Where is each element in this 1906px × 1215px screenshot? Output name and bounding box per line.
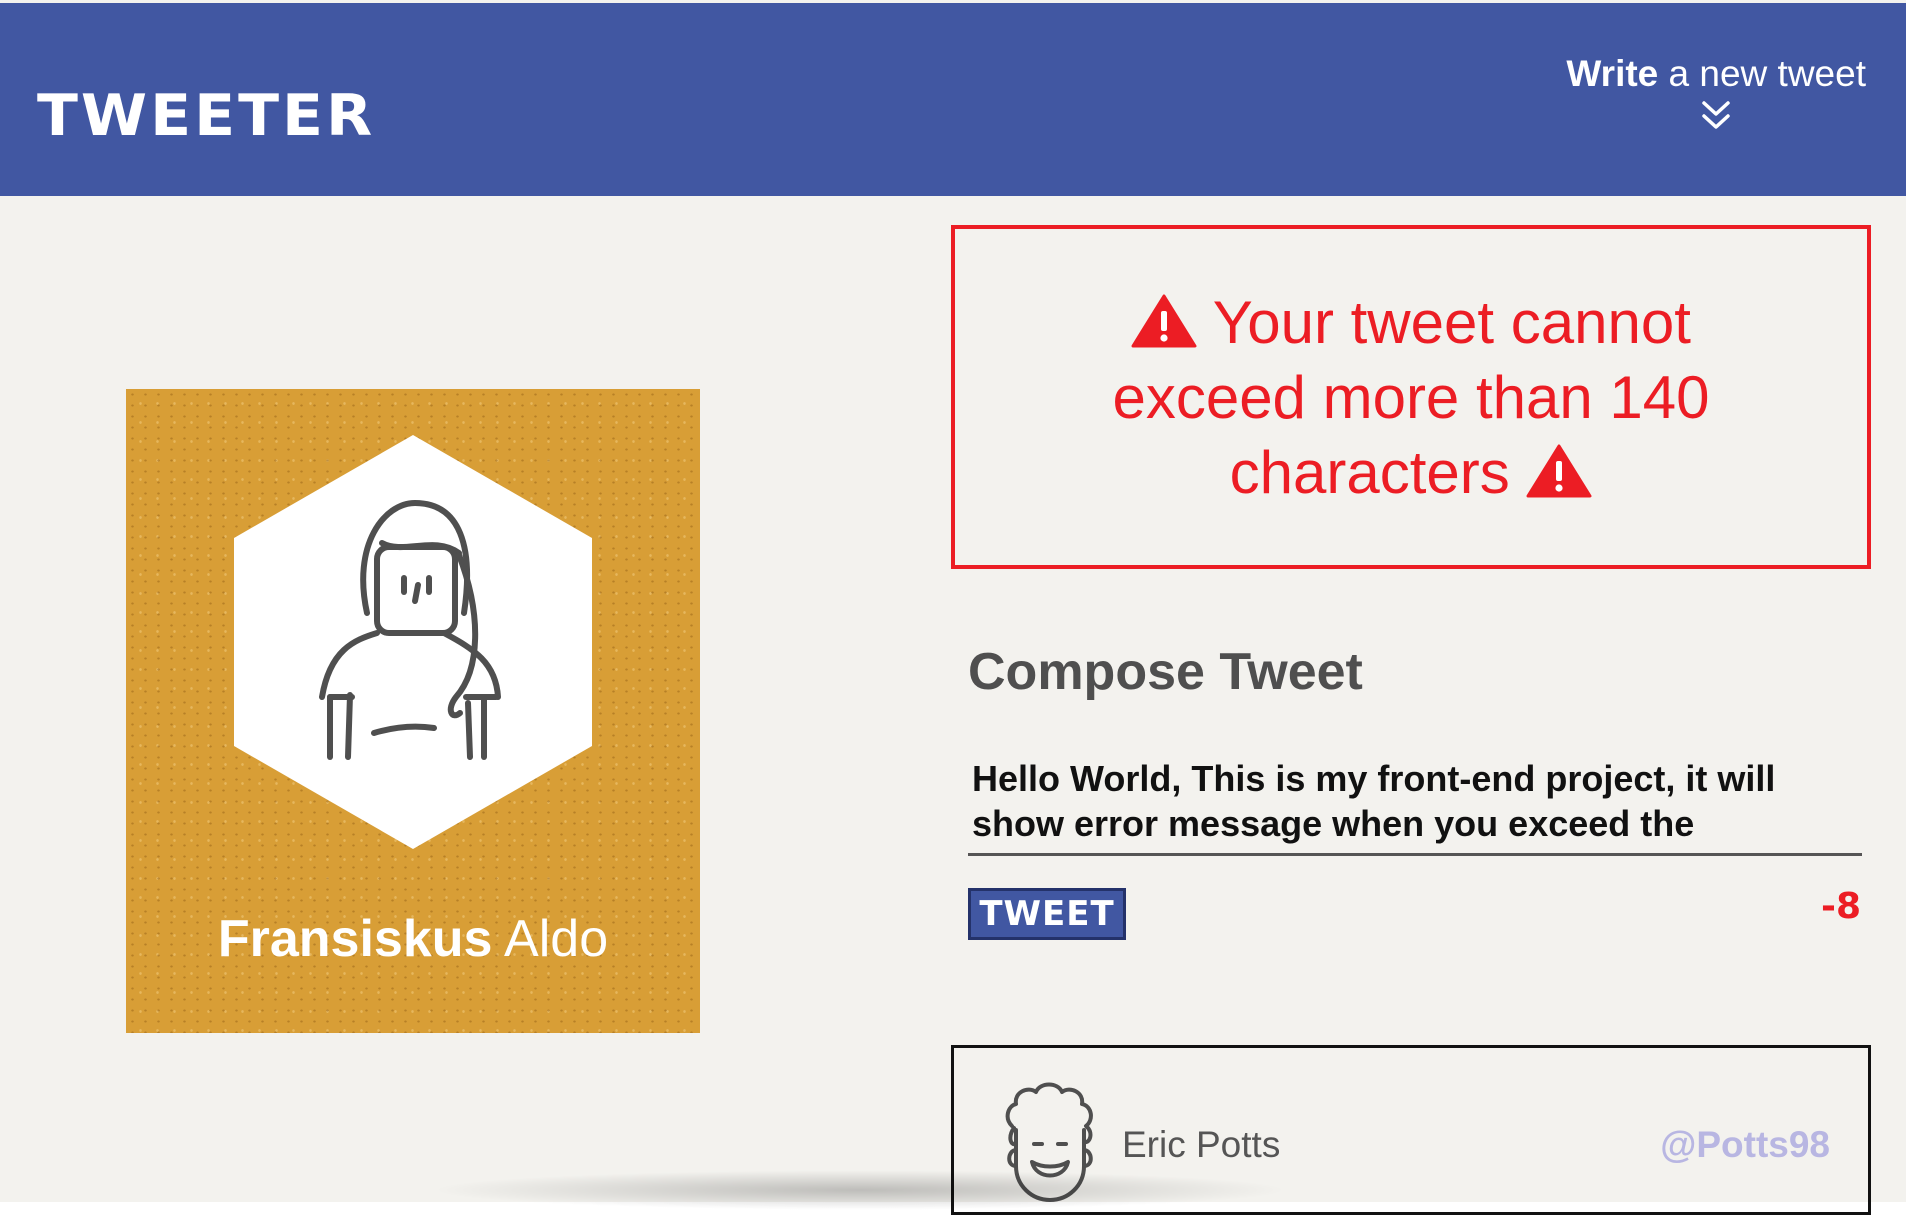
character-counter: -8 (1821, 886, 1861, 927)
brand-logo[interactable]: TWEETER (37, 83, 375, 150)
profile-first-name: Fransiskus (217, 910, 493, 968)
error-text: Your tweet cannot exceed more than 140 c… (1112, 288, 1710, 506)
write-label-bold: Write (1566, 53, 1659, 94)
page: TWEETER Write a new tweet Fransiskus Ald… (0, 0, 1906, 1215)
tweet-author-handle[interactable]: @Potts98 (1660, 1124, 1830, 1166)
nav-bar: TWEETER Write a new tweet (0, 3, 1906, 196)
tweet-author-name: Eric Potts (1122, 1124, 1281, 1165)
write-new-tweet-link[interactable]: Write a new tweet (1566, 53, 1866, 133)
tweet-textarea[interactable] (968, 756, 1862, 856)
warning-icon (1131, 294, 1197, 347)
profile-last-name: Aldo (492, 910, 609, 968)
error-message-box: Your tweet cannot exceed more than 140 c… (951, 225, 1871, 569)
write-label-rest: a new tweet (1658, 53, 1866, 94)
tweet-button[interactable]: TWEET (968, 888, 1126, 940)
warning-icon (1526, 444, 1592, 497)
profile-card: Fransiskus Aldo (126, 389, 700, 1033)
bottom-shadow (430, 1170, 1290, 1210)
profile-name: Fransiskus Aldo (126, 909, 700, 969)
woman-avatar-icon (234, 435, 592, 849)
error-message: Your tweet cannot exceed more than 140 c… (1031, 285, 1791, 510)
double-chevron-down-icon[interactable] (1699, 99, 1733, 133)
compose-title: Compose Tweet (968, 643, 1363, 701)
